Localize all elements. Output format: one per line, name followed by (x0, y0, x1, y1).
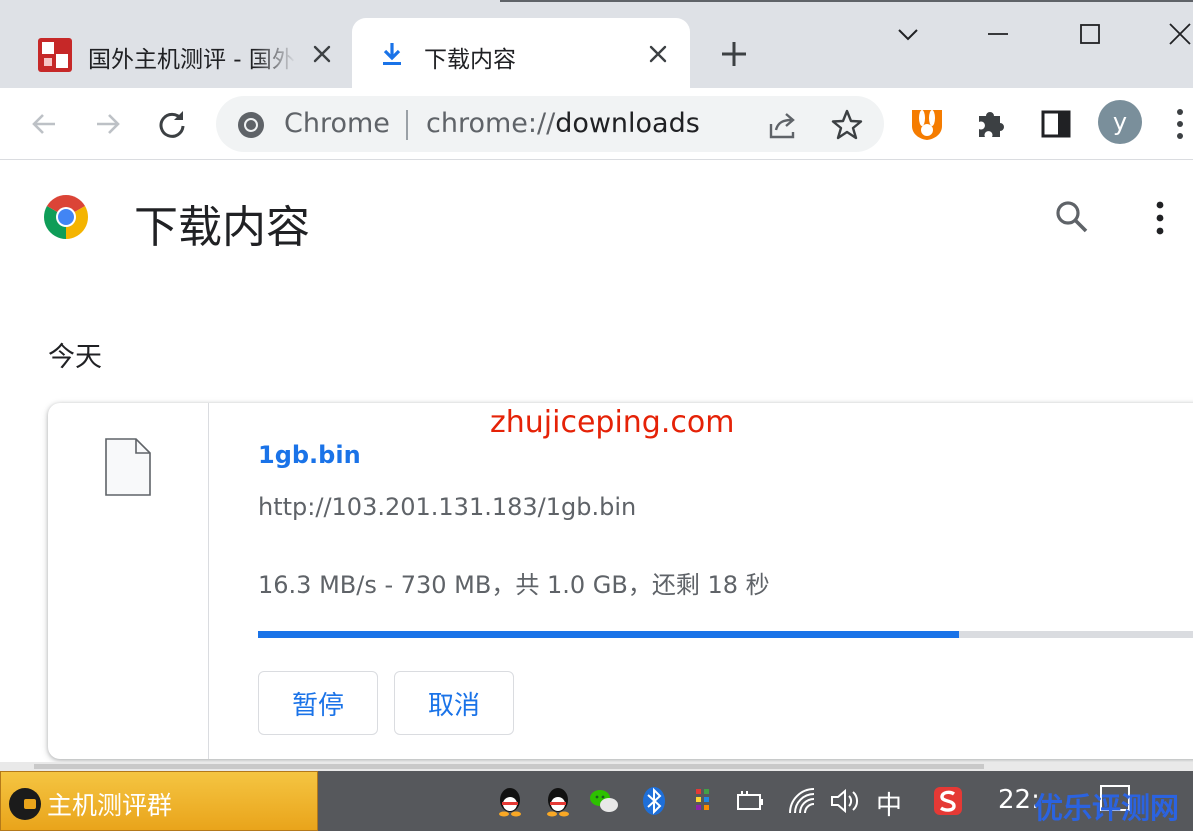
url-path: downloads (555, 108, 700, 139)
toolbar: Chrome chrome://downloads y (0, 88, 1193, 160)
download-icon (378, 40, 406, 68)
horizontal-scrollbar[interactable] (0, 762, 1193, 771)
window-close-button[interactable] (1160, 14, 1193, 54)
share-icon[interactable] (766, 108, 800, 142)
file-icon (105, 438, 151, 496)
kebab-menu-icon[interactable] (1150, 199, 1170, 237)
color-grid-icon[interactable] (688, 785, 720, 817)
maximize-button[interactable] (1070, 14, 1110, 54)
file-url-link[interactable]: http://103.201.131.183/1gb.bin (258, 493, 636, 521)
site-favicon-icon (38, 38, 72, 72)
taskbar-app-label: 主机测评群 (47, 791, 173, 820)
progress-bar (258, 631, 1193, 638)
download-status: 16.3 MB/s - 730 MB，共 1.0 GB，还剩 18 秒 (258, 571, 770, 599)
qq-icon[interactable] (494, 785, 526, 817)
tab-title: 国外主机测评 - 国外 (88, 47, 295, 73)
tab-zhujiceping[interactable]: 国外主机测评 - 国外 (0, 18, 350, 88)
url-scheme: chrome:// (426, 108, 556, 139)
new-tab-button[interactable] (718, 38, 750, 70)
back-button[interactable] (26, 106, 62, 142)
tab-search-button[interactable] (888, 14, 928, 54)
star-icon[interactable] (830, 108, 864, 142)
tab-downloads[interactable]: 下载内容 (352, 18, 690, 88)
close-icon[interactable] (644, 40, 672, 68)
watermark-text: zhujiceping.com (490, 405, 735, 440)
forward-icon (97, 114, 120, 134)
tab-strip: 国外主机测评 - 国外 下载内容 (0, 0, 1193, 88)
minimize-button[interactable] (978, 14, 1018, 54)
qq-icon[interactable] (542, 785, 574, 817)
avatar[interactable]: y (1098, 100, 1142, 144)
chrome-icon (238, 112, 264, 138)
forward-button[interactable] (90, 106, 126, 142)
site-label: Chrome (284, 108, 390, 139)
side-panel-icon[interactable] (1040, 108, 1072, 140)
cancel-button[interactable]: 取消 (394, 671, 514, 735)
power-icon[interactable] (734, 785, 766, 817)
chrome-logo-icon (44, 195, 88, 239)
url-text: chrome://downloads (426, 108, 700, 139)
file-name-link[interactable]: 1gb.bin (258, 441, 361, 469)
group-avatar-icon (9, 788, 41, 820)
window-edge (500, 0, 1193, 2)
reload-icon (159, 111, 185, 138)
rabbit-extension-icon[interactable] (908, 104, 946, 142)
pause-button[interactable]: 暂停 (258, 671, 378, 735)
search-icon[interactable] (1052, 197, 1092, 237)
wechat-icon[interactable] (588, 785, 620, 817)
browser-window: 国外主机测评 - 国外 下载内容 Chrome chrome://downloa… (0, 0, 1193, 831)
download-card: zhujiceping.com 1gb.bin http://103.201.1… (48, 403, 1193, 759)
bluetooth-icon[interactable] (638, 785, 670, 817)
taskbar-app-qq-group[interactable]: 主机测评群 (0, 771, 318, 831)
omnibox-divider (406, 110, 408, 140)
wifi-icon[interactable] (786, 785, 818, 817)
kebab-menu-icon[interactable] (1170, 106, 1190, 142)
taskbar: 主机测评群 中 22: 优乐评测网 (0, 771, 1193, 831)
page-title: 下载内容 (134, 202, 310, 253)
tab-title: 下载内容 (424, 47, 516, 73)
progress-fill (258, 631, 959, 638)
reload-button[interactable] (154, 106, 190, 142)
downloads-page: 下载内容 今天 zhujiceping.com 1gb.bin http://1… (0, 161, 1193, 771)
card-divider (208, 403, 209, 759)
close-icon[interactable] (308, 40, 336, 68)
corner-watermark: 优乐评测网 (1034, 791, 1180, 825)
volume-icon[interactable] (828, 785, 860, 817)
sogou-icon[interactable] (932, 785, 964, 817)
date-heading: 今天 (48, 342, 102, 373)
scrollbar-thumb[interactable] (34, 764, 984, 769)
ime-indicator[interactable]: 中 (876, 785, 902, 822)
puzzle-icon[interactable] (974, 106, 1008, 140)
back-icon (32, 114, 55, 134)
address-bar[interactable]: Chrome chrome://downloads (216, 96, 884, 152)
